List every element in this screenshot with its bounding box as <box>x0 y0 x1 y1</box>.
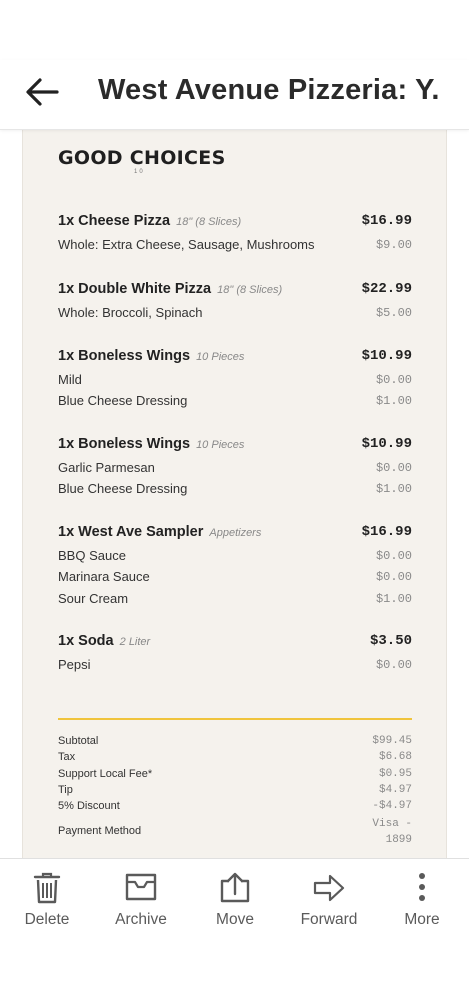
totals-row: Tax $6.68 <box>58 750 412 766</box>
modifier-price: $9.00 <box>375 238 412 252</box>
totals-value: -$4.97 <box>372 800 412 813</box>
more-vertical-icon <box>419 873 425 901</box>
item-modifier: BBQ Sauce $0.00 <box>58 548 414 569</box>
modifier-price: $0.00 <box>375 570 412 585</box>
modifier-price: $1.00 <box>375 394 412 409</box>
item-size: 10 Pieces <box>196 439 245 451</box>
trash-icon <box>33 872 61 904</box>
totals-value: $6.68 <box>378 751 412 764</box>
forward-label: Forward <box>300 911 358 928</box>
modifier-name: BBQ Sauce <box>58 548 126 563</box>
receipt-card: GOOD CHOICES 10 1x Cheese Pizza 18" (8 S… <box>22 130 447 858</box>
email-subject-title: West Avenue Pizzeria: Y... <box>98 74 438 106</box>
move-to-folder-icon <box>220 872 250 903</box>
more-button[interactable]: More <box>375 871 469 929</box>
item-size: 10 Pieces <box>196 351 245 363</box>
totals-row: 5% Discount -$4.97 <box>58 799 412 815</box>
modifier-price: $0.00 <box>375 461 412 475</box>
item-title: 1x Cheese Pizza 18" (8 Slices) <box>58 213 242 229</box>
item-price: $10.99 <box>361 348 412 364</box>
totals-value: $0.95 <box>378 767 412 780</box>
item-title: 1x Double White Pizza 18" (8 Slices) <box>58 281 283 297</box>
item-size: 2 Liter <box>119 636 151 648</box>
item-price: $3.50 <box>369 633 412 649</box>
item-price: $22.99 <box>361 281 412 297</box>
totals-row: Tip $4.97 <box>58 783 412 799</box>
totals-divider <box>58 718 412 720</box>
modifier-name: Blue Cheese Dressing <box>58 481 188 497</box>
item-modifier: Garlic Parmesan $0.00 <box>58 460 414 481</box>
totals-label: Support Local Fee* <box>58 767 153 780</box>
modifier-name: Garlic Parmesan <box>58 460 155 475</box>
modifier-price: $1.00 <box>375 482 412 497</box>
item-price: $16.99 <box>361 213 412 229</box>
more-label: More <box>404 911 440 928</box>
totals-label: Tip <box>58 783 73 796</box>
archive-button[interactable]: Archive <box>94 871 188 929</box>
bottom-action-toolbar: Delete Archive Move Forward More <box>0 858 469 1000</box>
modifier-price: $0.00 <box>375 373 412 387</box>
modifier-price: $5.00 <box>375 306 412 320</box>
modifier-name: Pepsi <box>58 657 91 672</box>
archive-label: Archive <box>115 911 167 928</box>
totals-value: $99.45 <box>372 735 412 747</box>
modifier-price: $0.00 <box>375 549 412 563</box>
totals-row: Subtotal $99.45 <box>58 734 412 750</box>
modifier-name: Whole: Broccoli, Spinach <box>58 305 203 320</box>
item-title: 1x Soda 2 Liter <box>58 633 151 649</box>
modifier-name: Whole: Extra Cheese, Sausage, Mushrooms <box>58 237 315 252</box>
totals-section: Subtotal $99.45 Tax $6.68 Support Local … <box>58 734 412 846</box>
item-title: 1x Boneless Wings 10 Pieces <box>58 436 245 452</box>
item-price: $10.99 <box>361 436 412 452</box>
item-size: 18" (8 Slices) <box>176 216 242 228</box>
totals-row: Support Local Fee* $0.95 <box>58 767 412 783</box>
item-modifier: Mild $0.00 <box>58 372 414 393</box>
item-modifier: Whole: Extra Cheese, Sausage, Mushrooms … <box>58 237 414 258</box>
item-modifier: Whole: Broccoli, Spinach $5.00 <box>58 305 414 326</box>
delete-button[interactable]: Delete <box>0 871 94 929</box>
totals-label: Tax <box>58 751 76 764</box>
totals-value: $4.97 <box>378 783 412 796</box>
move-label: Move <box>216 911 254 928</box>
email-body[interactable]: GOOD CHOICES 10 1x Cheese Pizza 18" (8 S… <box>0 130 469 858</box>
brand-logo-subtext: 10 <box>134 169 145 175</box>
item-title: 1x Boneless Wings 10 Pieces <box>58 348 245 364</box>
payment-method-value: Visa - 1899 <box>372 818 412 847</box>
item-modifier: Marinara Sauce $0.00 <box>58 569 414 590</box>
order-item: 1x West Ave Sampler Appetizers $16.99 BB… <box>58 524 414 612</box>
modifier-price: $1.00 <box>375 591 412 606</box>
modifier-name: Blue Cheese Dressing <box>58 393 188 409</box>
totals-label: Subtotal <box>58 735 99 747</box>
forward-button[interactable]: Forward <box>282 871 376 929</box>
payment-method-label: Payment Method <box>58 825 142 838</box>
order-item: 1x Double White Pizza 18" (8 Slices) $22… <box>58 281 414 326</box>
modifier-name: Sour Cream <box>58 590 129 606</box>
modifier-name: Mild <box>58 372 82 387</box>
move-button[interactable]: Move <box>188 871 282 929</box>
item-modifier: Blue Cheese Dressing $1.00 <box>58 393 414 414</box>
item-size: 18" (8 Slices) <box>217 284 283 296</box>
item-modifier: Blue Cheese Dressing $1.00 <box>58 481 414 502</box>
order-item: 1x Boneless Wings 10 Pieces $10.99 Garli… <box>58 436 414 503</box>
order-item: 1x Cheese Pizza 18" (8 Slices) $16.99 Wh… <box>58 213 414 258</box>
order-item: 1x Boneless Wings 10 Pieces $10.99 Mild … <box>58 348 414 415</box>
order-item: 1x Soda 2 Liter $3.50 Pepsi $0.00 <box>58 633 414 678</box>
archive-icon <box>125 873 157 901</box>
item-modifier: Pepsi $0.00 <box>58 657 414 678</box>
delete-label: Delete <box>24 911 70 928</box>
back-arrow-icon[interactable] <box>24 76 60 108</box>
brand-logo-text: GOOD CHOICES <box>58 147 226 169</box>
item-size: Appetizers <box>209 527 262 539</box>
item-modifier: Sour Cream $1.00 <box>58 591 414 612</box>
payment-method-row: Payment Method Visa - 1899 <box>58 816 412 846</box>
app-header: West Avenue Pizzeria: Y... <box>0 60 469 130</box>
item-title: 1x West Ave Sampler Appetizers <box>58 524 262 540</box>
totals-label: 5% Discount <box>58 800 120 813</box>
modifier-price: $0.00 <box>375 658 412 672</box>
modifier-name: Marinara Sauce <box>58 569 150 585</box>
forward-arrow-icon <box>313 874 345 902</box>
item-price: $16.99 <box>361 524 412 540</box>
